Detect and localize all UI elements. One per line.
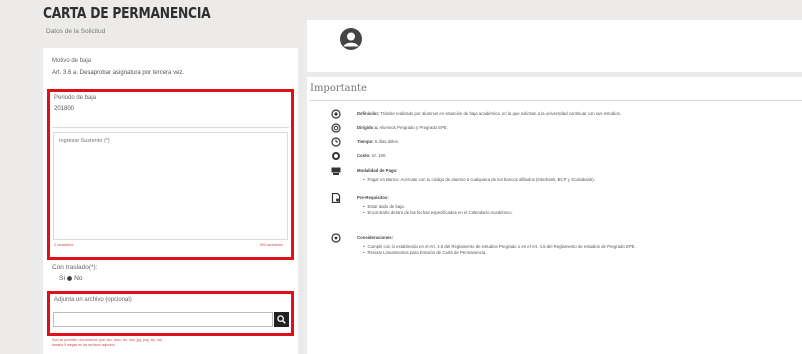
coin-icon bbox=[332, 152, 340, 160]
page-title: CARTA DE PERMANENCIA bbox=[43, 4, 211, 22]
search-icon bbox=[277, 315, 286, 324]
user-header-panel bbox=[307, 20, 802, 72]
pago-bullets: Pagar en Banco: Acércate con tu código d… bbox=[363, 177, 595, 183]
traslado-label: Con traslado(*): bbox=[52, 264, 98, 271]
consid-bullets: Cumplir con lo establecido en el Art. 4.… bbox=[363, 244, 636, 256]
info-title: Importante bbox=[310, 83, 367, 94]
modalidad-text: Modalidad de Pago: bbox=[357, 168, 398, 173]
target-icon bbox=[331, 123, 341, 133]
adjunta-label: Adjunta un archivo (opcional) bbox=[54, 297, 132, 303]
card-icon bbox=[331, 167, 341, 175]
clock-icon bbox=[331, 137, 341, 147]
char-count-left: 0 caracteres bbox=[54, 243, 74, 247]
periodo-sustento-highlight: Periodo de baja 201800 0 caracteres 500 … bbox=[47, 89, 294, 260]
radio-selected-icon[interactable] bbox=[67, 276, 73, 281]
motivo-value: Art. 3.6 a. Desaprobar asignatura por te… bbox=[52, 70, 185, 76]
divider bbox=[52, 127, 289, 128]
info-circle-icon bbox=[331, 233, 341, 243]
definition-text: Definición: Trámite realizado por alumno… bbox=[357, 111, 621, 116]
prereq-bullets: Estar dado de baja. Encontrarte dentro d… bbox=[363, 204, 513, 216]
traslado-radio-group[interactable]: Sí No bbox=[59, 275, 82, 282]
periodo-label: Periodo de baja bbox=[54, 95, 97, 101]
tiempo-text: Tiempo: 5 días útiles. bbox=[357, 139, 399, 144]
radio-si-label[interactable]: Sí bbox=[59, 275, 65, 282]
file-input[interactable] bbox=[53, 312, 273, 327]
periodo-value: 201800 bbox=[54, 106, 75, 112]
info-divider bbox=[310, 100, 802, 101]
consideraciones-text: Consideraciones: bbox=[357, 235, 394, 240]
file-browse-button[interactable] bbox=[274, 312, 289, 327]
document-icon bbox=[331, 193, 341, 203]
dirigido-text: Dirigido a: Alumnos Pregrado y Pregrado … bbox=[357, 125, 448, 130]
footnote-line-1: Solo se permiten: documentos (pdf, doc, … bbox=[52, 338, 163, 342]
prerequisitos-text: Pre-Requisitos: bbox=[357, 195, 389, 200]
char-count-right: 500 caracteres bbox=[259, 243, 283, 247]
footnote-line-2: tamaño 5 megas en los archivos adjuntos. bbox=[52, 343, 116, 347]
costo-text: Costo: S/. 100. bbox=[357, 153, 387, 158]
section-subtitle: Datos de la Solicitud bbox=[46, 28, 106, 35]
avatar-icon bbox=[340, 28, 362, 50]
adjunta-highlight: Adjunta un archivo (opcional) bbox=[47, 291, 294, 336]
page: CARTA DE PERMANENCIA Datos de la Solicit… bbox=[0, 0, 802, 354]
info-panel: Importante Definición: Trámite realizado… bbox=[307, 77, 802, 354]
radio-no-label[interactable]: No bbox=[74, 275, 82, 282]
sustento-textarea[interactable] bbox=[53, 132, 288, 240]
motivo-label: Motivo de baja bbox=[52, 58, 92, 64]
definition-icon bbox=[331, 109, 341, 119]
